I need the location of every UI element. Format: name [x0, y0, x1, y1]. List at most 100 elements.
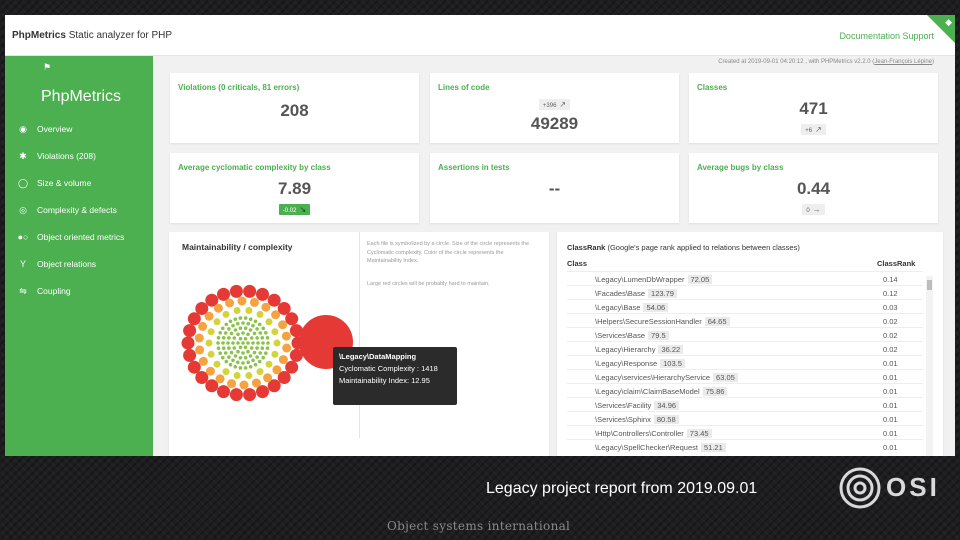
file-bubble[interactable] — [251, 358, 255, 363]
file-bubble[interactable] — [271, 350, 279, 358]
file-bubble[interactable] — [243, 388, 257, 402]
file-bubble[interactable] — [227, 355, 231, 359]
documentation-link[interactable]: Documentation Support — [839, 31, 934, 41]
file-bubble[interactable] — [228, 362, 233, 367]
file-bubble[interactable] — [248, 328, 253, 332]
file-bubble[interactable] — [256, 368, 264, 376]
file-bubble[interactable] — [213, 360, 221, 368]
classes-card[interactable]: Classes 471 +6 ↗ — [689, 73, 938, 143]
file-bubble[interactable] — [261, 355, 265, 360]
file-bubble[interactable] — [224, 359, 229, 364]
file-bubble[interactable] — [253, 319, 258, 324]
table-row[interactable]: \Legacy\claim\ClaimBaseModel 75.86 0.01 — [567, 383, 923, 397]
file-bubble[interactable] — [238, 356, 243, 360]
file-bubble[interactable] — [233, 317, 238, 321]
file-bubble[interactable] — [215, 374, 225, 384]
file-bubble[interactable] — [265, 318, 273, 326]
table-row[interactable]: \Services\Base 79.5 0.02 — [567, 327, 923, 341]
file-bubble[interactable] — [227, 336, 231, 340]
file-bubble[interactable] — [264, 351, 268, 355]
file-bubble[interactable] — [183, 324, 197, 338]
file-bubble[interactable] — [265, 360, 273, 368]
file-bubble[interactable] — [183, 348, 197, 362]
file-bubble[interactable] — [229, 388, 243, 402]
file-bubble[interactable] — [221, 336, 226, 340]
file-bubble[interactable] — [238, 345, 243, 350]
scrollbar[interactable] — [926, 276, 933, 456]
file-bubble[interactable] — [205, 339, 213, 347]
file-bubble[interactable] — [251, 341, 255, 345]
file-bubble[interactable] — [245, 372, 253, 379]
file-bubble[interactable] — [233, 307, 241, 314]
file-bubble[interactable] — [255, 346, 259, 350]
file-bubble[interactable] — [252, 350, 257, 355]
file-bubble[interactable] — [237, 296, 247, 306]
file-bubble[interactable] — [216, 346, 221, 350]
file-bubble[interactable] — [248, 354, 253, 358]
file-bubble[interactable] — [249, 336, 254, 340]
file-bubble[interactable] — [195, 345, 205, 355]
file-bubble[interactable] — [246, 332, 250, 337]
file-bubble[interactable] — [217, 385, 230, 399]
file-bubble[interactable] — [229, 284, 243, 298]
file-bubble[interactable] — [278, 320, 288, 330]
sidebar-item-complexity[interactable]: ◎ Complexity & defects — [16, 201, 117, 219]
file-bubble[interactable] — [233, 328, 238, 332]
file-bubble[interactable] — [227, 346, 231, 350]
file-bubble[interactable] — [255, 336, 259, 340]
ccn-card[interactable]: Average cyclomatic complexity by class 7… — [170, 153, 419, 223]
file-bubble[interactable] — [221, 355, 225, 360]
file-bubble[interactable] — [246, 360, 250, 365]
file-bubble[interactable] — [278, 355, 288, 365]
loc-card[interactable]: Lines of code +396 ↗ 49289 — [430, 73, 679, 143]
github-icon[interactable]: ◆ — [945, 17, 952, 28]
file-bubble[interactable] — [224, 322, 229, 327]
file-bubble[interactable] — [223, 331, 228, 335]
file-bubble[interactable] — [248, 317, 253, 321]
table-row[interactable]: \Legacy\services\HierarchyService 63.05 0.… — [567, 369, 923, 383]
file-bubble[interactable] — [238, 316, 243, 320]
file-bubble[interactable] — [243, 345, 248, 350]
file-bubble[interactable] — [249, 346, 254, 350]
file-bubble[interactable] — [233, 372, 241, 379]
file-bubble[interactable] — [222, 368, 230, 376]
file-bubble[interactable] — [243, 326, 248, 330]
file-bubble[interactable] — [187, 360, 201, 374]
table-row[interactable]: \Legacy\Hierarchy 36.22 0.02 — [567, 341, 923, 355]
file-bubble[interactable] — [249, 297, 259, 307]
file-bubble[interactable] — [231, 323, 235, 328]
file-bubble[interactable] — [253, 362, 258, 367]
file-bubble[interactable] — [198, 356, 208, 366]
file-bubble[interactable] — [223, 351, 228, 355]
file-bubble[interactable] — [248, 365, 253, 369]
file-bubble[interactable] — [236, 321, 240, 326]
file-bubble[interactable] — [246, 349, 250, 354]
file-bubble[interactable] — [204, 311, 214, 321]
table-row[interactable]: \Facades\Base 123.79 0.12 — [567, 285, 923, 299]
file-bubble[interactable] — [213, 303, 223, 313]
sidebar-item-size[interactable]: ◯ Size & volume — [16, 174, 91, 192]
file-bubble[interactable] — [256, 310, 264, 318]
file-bubble[interactable] — [236, 341, 240, 345]
maintainability-bubble-chart[interactable] — [169, 232, 359, 438]
file-bubble[interactable] — [258, 351, 263, 355]
sidebar-item-coupling[interactable]: ⇋ Coupling — [16, 282, 70, 300]
file-bubble[interactable] — [261, 302, 271, 312]
file-bubble[interactable] — [207, 350, 215, 358]
file-bubble[interactable] — [243, 316, 248, 320]
file-bubble[interactable] — [255, 355, 259, 359]
bugs-card[interactable]: Average bugs by class 0.44 0 → — [689, 153, 938, 223]
file-bubble[interactable] — [218, 331, 222, 335]
file-bubble[interactable] — [229, 331, 234, 336]
file-bubble[interactable] — [246, 321, 250, 326]
file-bubble[interactable] — [236, 332, 240, 337]
file-bubble[interactable] — [194, 333, 204, 343]
violations-card[interactable]: Violations (0 criticals, 81 errors) 208 — [170, 73, 419, 143]
scrollbar-thumb[interactable] — [927, 280, 932, 290]
file-bubble[interactable] — [251, 378, 261, 388]
file-bubble[interactable] — [271, 310, 281, 320]
file-bubble[interactable] — [239, 380, 249, 390]
file-bubble[interactable] — [232, 336, 237, 340]
file-bubble[interactable] — [243, 366, 248, 370]
file-bubble[interactable] — [233, 354, 238, 358]
